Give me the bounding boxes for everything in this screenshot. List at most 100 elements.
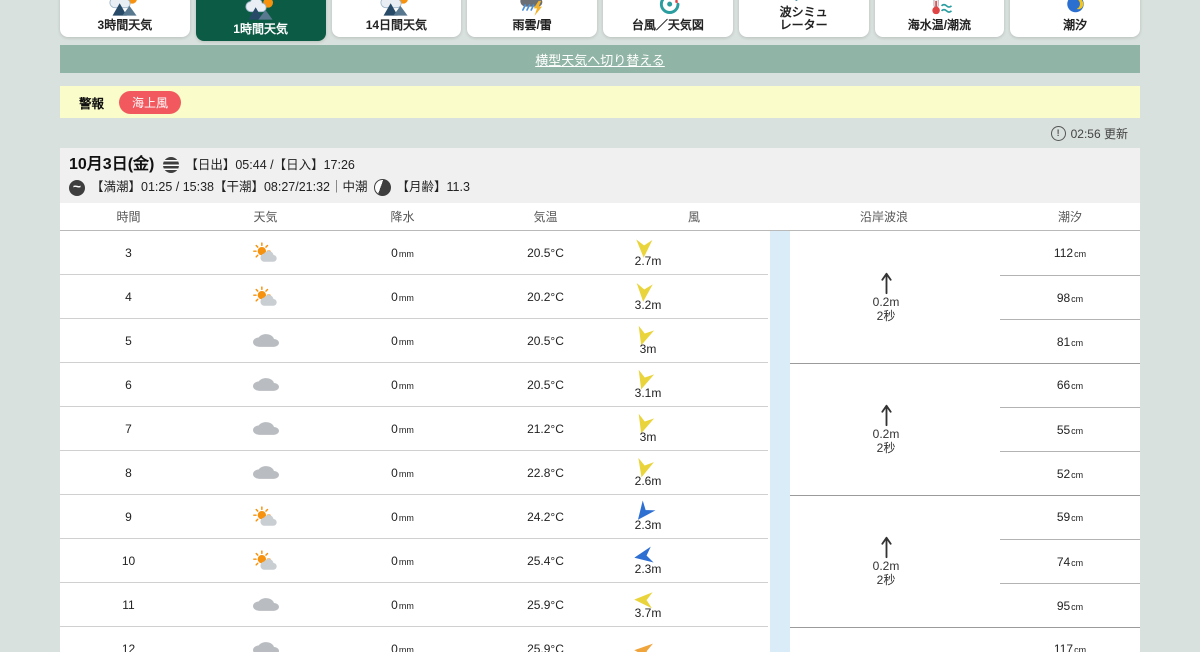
temp-value: 20.5°C <box>471 246 620 260</box>
tide-unit: cm <box>1071 558 1083 568</box>
rain-thunder-icon <box>517 0 547 17</box>
sunrise-icon <box>163 157 179 173</box>
wave-up-arrow-icon <box>880 403 893 428</box>
hour-value: 9 <box>60 510 197 524</box>
forecast-row: 11 0mm 25.9°C 3.7m <box>60 583 768 627</box>
partly-cloudy-icon <box>250 550 281 572</box>
wave-cell <box>790 628 1000 652</box>
wave-simulator-icon <box>789 0 819 4</box>
wind-speed: 3m <box>640 342 657 356</box>
forecast-card: 10月3日(金) 【日出】05:44 /【日入】17:26 【満潮】01:25 … <box>60 148 1140 652</box>
partly-cloudy-icon <box>250 506 281 528</box>
tide-unit: cm <box>1074 249 1086 259</box>
precip-cell: 0mm <box>334 290 471 304</box>
tide-level-cell: 95cm <box>1000 583 1140 627</box>
nav-tab[interactable]: 台風／天気図 <box>603 0 733 37</box>
precip-unit: mm <box>399 425 414 435</box>
switch-layout-link[interactable]: 横型天気へ切り替える <box>535 50 665 69</box>
precip-cell: 0mm <box>334 554 471 568</box>
cloudy-icon <box>253 419 279 438</box>
tide-value: 59 <box>1057 510 1070 524</box>
weather-cell <box>197 242 334 264</box>
nav-tab[interactable]: 潮汐 <box>1010 0 1140 37</box>
warning-badge[interactable]: 海上風 <box>119 91 181 114</box>
cloudy-icon <box>253 375 279 394</box>
wind-speed: 2.3m <box>635 562 662 576</box>
header-hour: 時間 <box>60 208 197 225</box>
wave-height: 0.2m <box>873 428 900 442</box>
tide-unit: cm <box>1074 645 1086 652</box>
temp-value: 20.5°C <box>471 334 620 348</box>
tide-icon <box>1062 0 1089 17</box>
tide-level-cell: 98cm <box>1000 275 1140 319</box>
wave-height: 0.2m <box>873 560 900 574</box>
tide-wave-icon <box>69 180 85 196</box>
sun-info: 【日出】05:44 /【日入】17:26 <box>185 159 355 172</box>
hour-value: 5 <box>60 334 197 348</box>
cloudy-icon <box>253 331 279 350</box>
precip-cell: 0mm <box>334 246 471 260</box>
wind-speed: 2.6m <box>635 474 662 488</box>
tide-value: 81 <box>1057 335 1070 349</box>
weather-cell <box>197 639 334 652</box>
precip-unit: mm <box>399 381 414 391</box>
tide-info: 【満潮】01:25 / 15:38【干潮】08:27/21:32｜中潮 <box>91 181 368 194</box>
hour-value: 6 <box>60 378 197 392</box>
nav-tab[interactable]: 海水温/潮流 <box>875 0 1005 37</box>
weather-cell <box>197 331 334 350</box>
tab-label: 台風／天気図 <box>632 19 704 32</box>
tide-level-cell: 52cm <box>1000 451 1140 495</box>
forecast-row: 3 0mm 20.5°C 2.7m <box>60 231 768 275</box>
wave-cell: 0.2m2秒 <box>790 496 1000 627</box>
wave-up-arrow-icon <box>880 535 893 560</box>
nav-tab[interactable]: 3時間天気 <box>60 0 190 37</box>
sea-temperature-icon <box>924 0 954 17</box>
temp-value: 25.9°C <box>471 642 620 652</box>
warning-bar: 警報 海上風 <box>60 86 1140 118</box>
typhoon-icon <box>653 0 683 17</box>
precip-value: 0 <box>391 334 398 348</box>
date-header: 10月3日(金) 【日出】05:44 /【日入】17:26 【満潮】01:25 … <box>60 148 1140 203</box>
precip-unit: mm <box>399 293 414 303</box>
nav-tab[interactable]: 雨雲/雷 <box>467 0 597 37</box>
tide-level-cell: 74cm <box>1000 539 1140 583</box>
hour-value: 7 <box>60 422 197 436</box>
wind-speed: 3.7m <box>635 606 662 620</box>
weather-icon <box>380 0 412 17</box>
forecast-row: 12 0mm 25.9°C <box>60 627 768 652</box>
precip-unit: mm <box>399 601 414 611</box>
weather-cell <box>197 595 334 614</box>
precip-value: 0 <box>391 422 398 436</box>
tide-value: 112 <box>1054 246 1073 260</box>
precip-unit: mm <box>399 469 414 479</box>
temp-value: 20.2°C <box>471 290 620 304</box>
tide-value: 95 <box>1057 599 1070 613</box>
rows: 3 0mm 20.5°C 2.7m 4 0mm 20.2°C 3.2m <box>60 231 768 652</box>
forecast-row: 10 0mm 25.4°C 2.3m <box>60 539 768 583</box>
wind-cell <box>620 641 768 652</box>
header-tide: 潮汐 <box>1000 208 1140 225</box>
wind-speed: 3.2m <box>635 298 662 312</box>
tab-label: 14日間天気 <box>366 19 427 32</box>
temp-value: 22.8°C <box>471 466 620 480</box>
precip-cell: 0mm <box>334 334 471 348</box>
hour-value: 3 <box>60 246 197 260</box>
moon-phase-icon <box>374 179 391 196</box>
weather-cell <box>197 506 334 528</box>
wind-speed: 2.3m <box>635 518 662 532</box>
nav-tab[interactable]: 1時間天気 <box>196 0 326 41</box>
hour-value: 11 <box>60 598 197 612</box>
hour-value: 4 <box>60 290 197 304</box>
precip-value: 0 <box>391 290 398 304</box>
tide-level-cell: 112cm <box>1000 231 1140 275</box>
wind-cell: 2.7m <box>620 238 768 268</box>
tab-label: 1時間天気 <box>233 23 288 36</box>
wind-speed: 3.1m <box>635 386 662 400</box>
precip-cell: 0mm <box>334 598 471 612</box>
nav-tab[interactable]: 波シミュ レーター <box>739 0 869 37</box>
temp-value: 24.2°C <box>471 510 620 524</box>
precip-value: 0 <box>391 466 398 480</box>
table-header: 時間 天気 降水 気温 風 沿岸波浪 潮汐 <box>60 203 1140 231</box>
nav-tab[interactable]: 14日間天気 <box>332 0 462 37</box>
header-weather: 天気 <box>197 208 334 225</box>
